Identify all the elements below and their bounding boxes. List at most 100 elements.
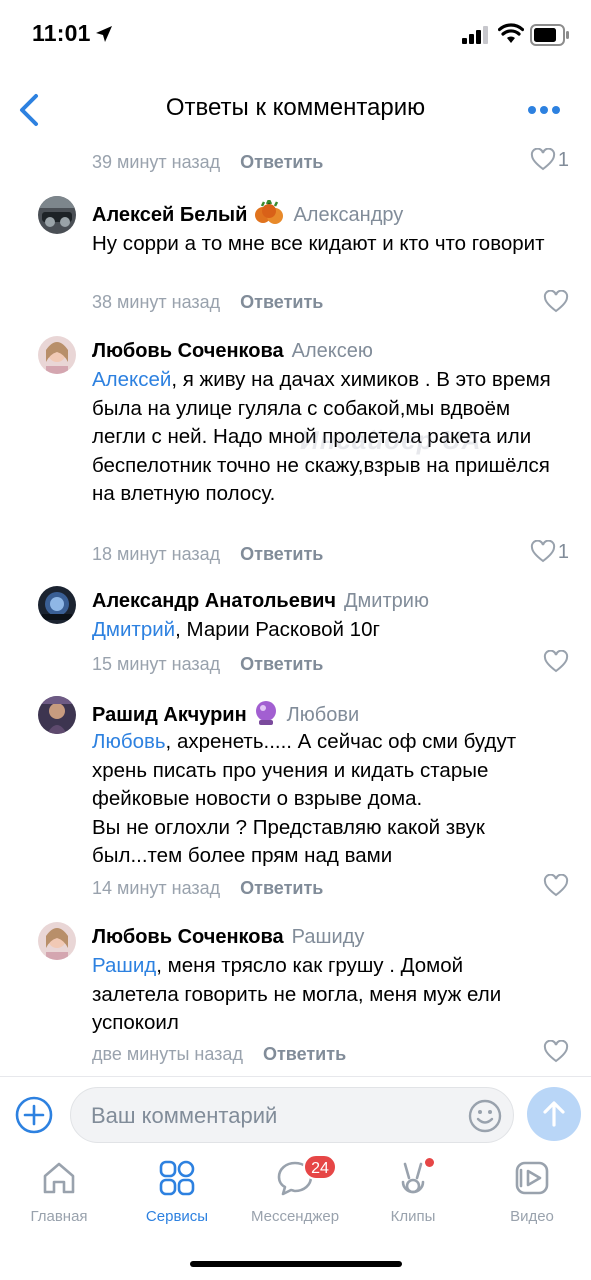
reply-button[interactable]: Ответить bbox=[240, 152, 323, 172]
nav-services[interactable]: Сервисы bbox=[118, 1158, 236, 1234]
comment-text: Любовь, ахренеть..... А сейчас оф сми бу… bbox=[92, 728, 552, 871]
nav-label: Видео bbox=[510, 1208, 554, 1225]
location-arrow-icon bbox=[96, 26, 112, 42]
more-options-icon[interactable] bbox=[524, 94, 564, 126]
notification-dot bbox=[425, 1158, 434, 1167]
avatar[interactable] bbox=[38, 922, 76, 960]
like-button[interactable] bbox=[543, 650, 569, 674]
like-button[interactable]: 1 bbox=[530, 540, 569, 564]
nav-messenger[interactable]: 24 Мессенджер bbox=[236, 1154, 354, 1234]
comment-item: 39 минут назад Ответить 1 bbox=[0, 140, 591, 180]
nav-label: Клипы bbox=[390, 1208, 436, 1225]
mention-link[interactable]: Дмитрий bbox=[92, 618, 175, 641]
video-icon bbox=[515, 1161, 549, 1195]
comment-time: 39 минут назад bbox=[92, 152, 221, 172]
comment-time: 15 минут назад bbox=[92, 654, 221, 674]
heart-icon bbox=[543, 650, 569, 673]
reply-to: Александру bbox=[293, 204, 404, 226]
status-time: 11:01 bbox=[32, 20, 91, 46]
comment-item: Александр Анатольевич Дмитрию Дмитрий, Ма… bbox=[0, 584, 591, 684]
comment-input[interactable]: Ваш комментарий bbox=[70, 1087, 514, 1143]
like-button[interactable]: 1 bbox=[530, 148, 569, 172]
author-name[interactable]: Любовь Соченкова bbox=[92, 926, 284, 948]
nav-clips[interactable]: Клипы bbox=[354, 1158, 472, 1234]
send-button[interactable] bbox=[527, 1087, 581, 1141]
home-indicator bbox=[190, 1261, 402, 1267]
reply-button[interactable]: Ответить bbox=[240, 292, 323, 312]
author-name[interactable]: Рашид Акчурин bbox=[92, 704, 247, 726]
comment-meta: 39 минут назад Ответить bbox=[92, 152, 323, 173]
comment-meta: 38 минут назад Ответить bbox=[92, 292, 323, 313]
comment-item: Любовь Соченкова Алексею Алексей, я живу … bbox=[0, 334, 591, 574]
comment-item: Алексей Белый Александру Ну сорри а то мн… bbox=[0, 192, 591, 322]
heart-icon bbox=[543, 874, 569, 897]
bottom-navigation: Главная Сервисы 24 Мессенджер Клипы Виде… bbox=[0, 1152, 591, 1280]
wifi-icon bbox=[498, 23, 524, 43]
reply-to: Дмитрию bbox=[344, 590, 429, 612]
reply-button[interactable]: Ответить bbox=[240, 878, 323, 898]
comments-list: 39 минут назад Ответить 1 Алексей Белый Ал… bbox=[0, 140, 591, 1076]
comment-text: Рашид, меня трясло как грушу . Домой зал… bbox=[92, 952, 552, 1038]
header: Ответы к комментарию bbox=[0, 80, 591, 140]
battery-icon bbox=[530, 24, 569, 46]
emoji-picker-icon[interactable] bbox=[467, 1098, 503, 1134]
reply-to: Алексею bbox=[291, 340, 373, 362]
like-button[interactable] bbox=[543, 874, 569, 898]
nav-label: Главная bbox=[30, 1208, 88, 1225]
clips-icon-wrap bbox=[393, 1158, 434, 1198]
like-count: 1 bbox=[557, 540, 569, 563]
comment-body: , Марии Расковой 10г bbox=[175, 618, 380, 641]
messenger-icon-wrap: 24 bbox=[275, 1154, 337, 1198]
nav-home[interactable]: Главная bbox=[0, 1158, 118, 1234]
author-name[interactable]: Александр Анатольевич bbox=[92, 590, 336, 612]
comment-body: Ну сорри а то мне все кидают и кто что г… bbox=[92, 232, 545, 255]
author-line: Любовь Соченкова Алексею bbox=[92, 340, 373, 363]
comment-meta: 15 минут назад Ответить bbox=[92, 654, 323, 675]
avatar[interactable] bbox=[38, 196, 76, 234]
nav-label: Мессенджер bbox=[250, 1208, 340, 1225]
unread-badge: 24 bbox=[303, 1154, 337, 1180]
like-button[interactable] bbox=[543, 1040, 569, 1064]
reply-button[interactable]: Ответить bbox=[240, 544, 323, 564]
heart-icon bbox=[530, 148, 555, 171]
heart-icon bbox=[530, 540, 555, 563]
reply-to: Любови bbox=[286, 704, 360, 726]
services-icon bbox=[159, 1160, 195, 1196]
avatar[interactable] bbox=[38, 336, 76, 374]
avatar[interactable] bbox=[38, 586, 76, 624]
author-name[interactable]: Алексей Белый bbox=[92, 204, 247, 226]
comment-meta: 14 минут назад Ответить bbox=[92, 878, 323, 899]
mention-link[interactable]: Рашид bbox=[92, 954, 156, 977]
comment-item: Любовь Соченкова Рашиду Рашид, меня трясл… bbox=[0, 920, 591, 1076]
like-button[interactable] bbox=[543, 290, 569, 314]
comment-time: две минуты назад bbox=[92, 1044, 243, 1064]
nav-video[interactable]: Видео bbox=[473, 1158, 591, 1234]
avatar[interactable] bbox=[38, 696, 76, 734]
comment-input-bar: Ваш комментарий bbox=[0, 1076, 591, 1152]
reply-button[interactable]: Ответить bbox=[263, 1044, 346, 1064]
reply-button[interactable]: Ответить bbox=[240, 654, 323, 674]
comment-time: 38 минут назад bbox=[92, 292, 221, 312]
comment-meta: 18 минут назад Ответить bbox=[92, 544, 323, 565]
comment-meta: две минуты назад Ответить bbox=[92, 1044, 346, 1065]
cellular-signal-icon bbox=[462, 26, 488, 44]
watermark: Инсайдер UA bbox=[300, 425, 482, 455]
nav-label: Сервисы bbox=[145, 1208, 209, 1225]
comment-item: Рашид Акчурин Любови Любовь, ахренеть....… bbox=[0, 694, 591, 906]
author-line: Александр Анатольевич Дмитрию bbox=[92, 590, 429, 613]
add-attachment-button[interactable] bbox=[14, 1095, 54, 1135]
input-placeholder: Ваш комментарий bbox=[91, 1103, 278, 1128]
comment-text: Дмитрий, Марии Расковой 10г bbox=[92, 616, 552, 645]
page-title: Ответы к комментарию bbox=[165, 94, 426, 121]
mention-link[interactable]: Любовь bbox=[92, 730, 166, 753]
author-name[interactable]: Любовь Соченкова bbox=[92, 340, 284, 362]
author-line: Любовь Соченкова Рашиду bbox=[92, 926, 364, 949]
carrots-emoji-icon bbox=[253, 197, 285, 232]
reply-to: Рашиду bbox=[291, 926, 365, 948]
comment-time: 18 минут назад bbox=[92, 544, 221, 564]
author-line: Алексей Белый Александру bbox=[92, 197, 404, 232]
home-icon bbox=[43, 1162, 75, 1194]
send-arrow-icon bbox=[543, 1101, 565, 1127]
mention-link[interactable]: Алексей bbox=[92, 368, 171, 391]
comment-time: 14 минут назад bbox=[92, 878, 221, 898]
